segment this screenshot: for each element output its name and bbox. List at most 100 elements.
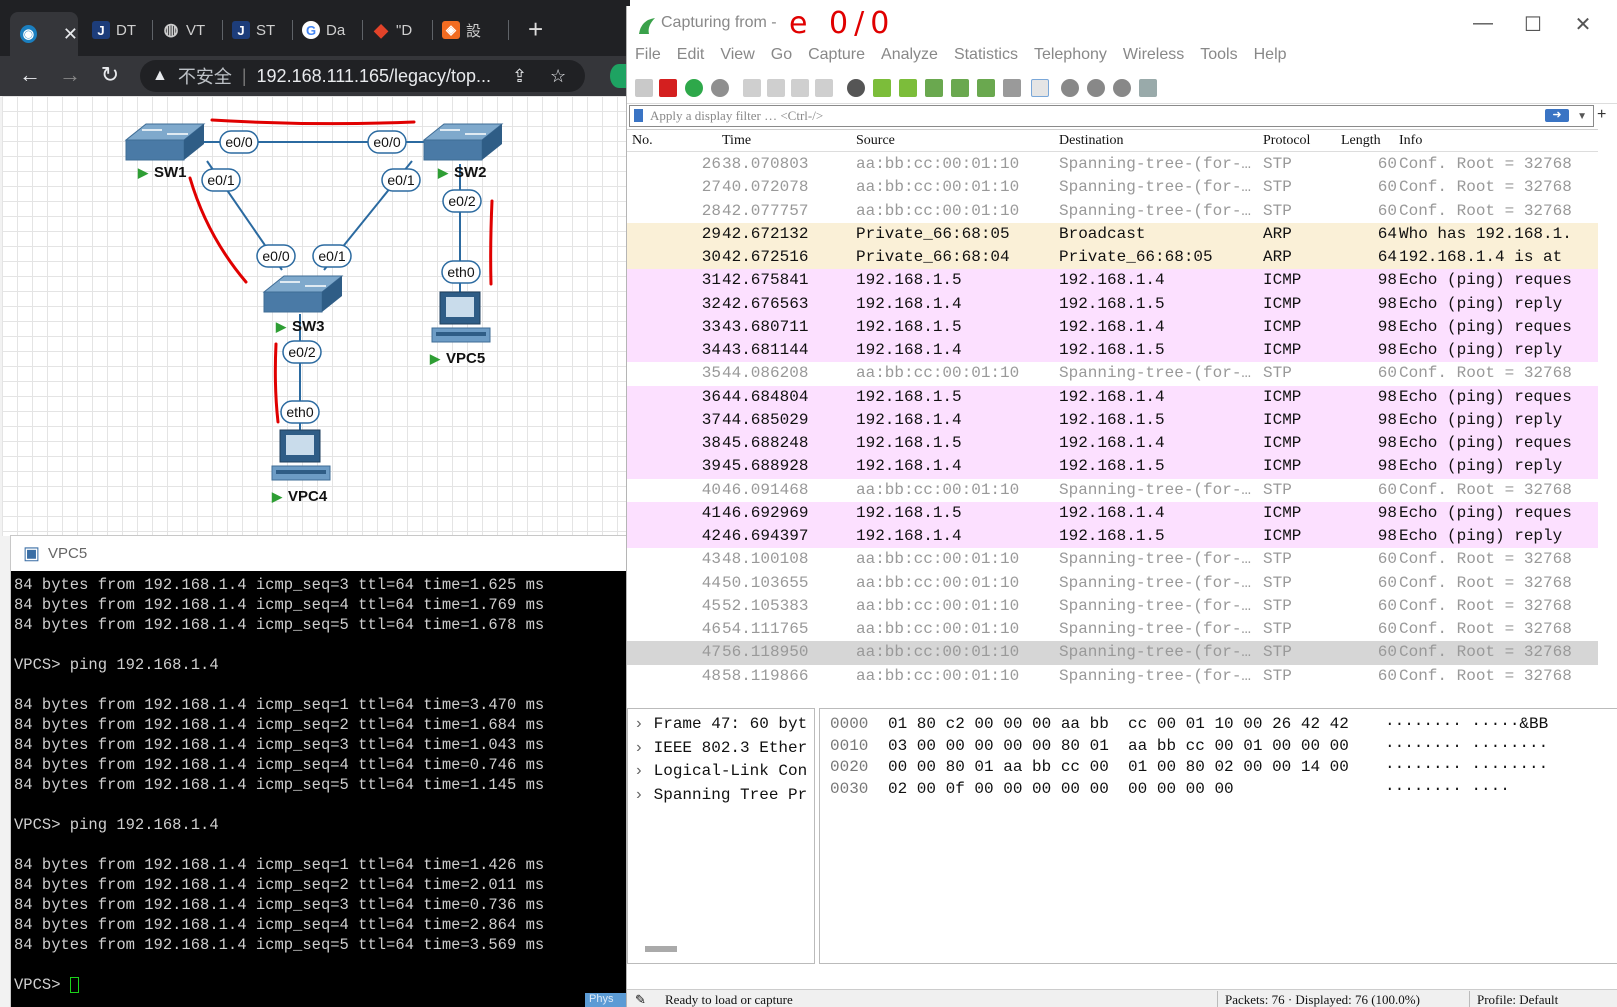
restart-capture-icon[interactable] bbox=[685, 79, 703, 97]
menu-capture[interactable]: Capture bbox=[800, 46, 873, 74]
minimize-button[interactable]: — bbox=[1463, 12, 1503, 35]
expand-chevron-icon[interactable]: › bbox=[634, 715, 644, 733]
normal-size-icon[interactable] bbox=[1113, 79, 1131, 97]
url-input[interactable]: ▲ 不安全 | 192.168.111.165/legacy/top... ⇪ … bbox=[140, 60, 585, 92]
last-packet-icon[interactable] bbox=[977, 79, 995, 97]
packet-row[interactable]: 30 42.672516 Private_66:68:04 Private_66:68… bbox=[627, 246, 1598, 270]
expand-chevron-icon[interactable]: › bbox=[634, 739, 644, 757]
menu-help[interactable]: Help bbox=[1246, 46, 1295, 74]
detail-tree-item[interactable]: › Spanning Tree Pr bbox=[634, 786, 807, 804]
go-to-packet-icon[interactable] bbox=[925, 79, 943, 97]
packet-row[interactable]: 37 44.685029 192.168.1.4 192.168.1.5 ICMP 98 E… bbox=[627, 408, 1598, 433]
col-no[interactable]: No. bbox=[632, 133, 653, 149]
menu-wireless[interactable]: Wireless bbox=[1115, 46, 1192, 74]
expand-chevron-icon[interactable]: › bbox=[634, 762, 644, 780]
menu-edit[interactable]: Edit bbox=[669, 46, 713, 74]
zoom-in-icon[interactable] bbox=[1061, 79, 1079, 97]
menu-file[interactable]: File bbox=[627, 46, 669, 74]
shark-fin-start-icon[interactable] bbox=[635, 79, 653, 97]
packet-row[interactable]: 32 42.676563 192.168.1.4 192.168.1.5 ICMP 98 E… bbox=[627, 292, 1598, 316]
packet-row[interactable]: 28 42.077757 aa:bb:cc:00:01:10 Spanning-tre… bbox=[627, 199, 1598, 223]
packet-row[interactable]: 31 42.675841 192.168.1.5 192.168.1.4 ICMP 98 E… bbox=[627, 269, 1598, 293]
details-scrollbar[interactable] bbox=[645, 946, 677, 952]
packet-row[interactable]: 34 43.681144 192.168.1.4 192.168.1.5 ICMP 98 E… bbox=[627, 339, 1598, 363]
packet-row[interactable]: 40 46.091468 aa:bb:cc:00:01:10 Spanning-tre… bbox=[627, 478, 1598, 502]
detail-tree-item[interactable]: › Frame 47: 60 byt bbox=[634, 715, 807, 733]
back-icon[interactable]: ← bbox=[16, 62, 44, 88]
reload-file-icon[interactable] bbox=[815, 79, 833, 97]
add-filter-button[interactable]: + bbox=[1597, 106, 1606, 124]
stop-capture-icon[interactable] bbox=[659, 79, 677, 97]
new-tab-button[interactable]: + bbox=[528, 14, 543, 45]
node-label-vpc5[interactable]: ▶ VPC5 bbox=[430, 350, 485, 367]
node-label-sw2[interactable]: ▶ SW2 bbox=[438, 164, 487, 181]
tab-st[interactable]: J ST bbox=[232, 12, 275, 48]
colorize-icon[interactable] bbox=[1031, 79, 1049, 97]
display-filter-input[interactable]: Apply a display filter … <Ctrl-/> ➜ ▼ bbox=[629, 105, 1594, 127]
col-time[interactable]: Time bbox=[722, 133, 751, 149]
go-back-icon[interactable] bbox=[873, 79, 891, 97]
menu-analyze[interactable]: Analyze bbox=[873, 46, 946, 74]
packet-row[interactable]: 41 46.692969 192.168.1.5 192.168.1.4 ICMP 98 E… bbox=[627, 501, 1598, 526]
apply-filter-icon[interactable]: ➜ bbox=[1545, 109, 1569, 122]
phys-tab[interactable]: Phys bbox=[585, 993, 630, 1007]
tab-da[interactable]: G Da bbox=[302, 12, 345, 48]
console-output[interactable]: 84 bytes from 192.168.1.4 icmp_seq=3 ttl… bbox=[11, 571, 629, 1007]
packet-row[interactable]: 29 42.672132 Private_66:68:05 Broadcast ARP 6… bbox=[627, 222, 1598, 247]
packet-row[interactable]: 38 45.688248 192.168.1.5 192.168.1.4 ICMP 98 E… bbox=[627, 432, 1598, 456]
tab-gitlab[interactable]: ◆ "D bbox=[372, 12, 412, 48]
packet-bytes-pane[interactable]: 0000 01 80 c2 00 00 00 aa bb cc 00 01 10 … bbox=[819, 708, 1617, 964]
status-profile[interactable]: Profile: Default bbox=[1477, 992, 1558, 1007]
open-file-icon[interactable] bbox=[743, 79, 761, 97]
zoom-out-icon[interactable] bbox=[1087, 79, 1105, 97]
node-label-sw1[interactable]: ▶ SW1 bbox=[138, 164, 187, 181]
tab-vt[interactable]: ◍ VT bbox=[162, 12, 206, 48]
packet-row[interactable]: 26 38.070803 aa:bb:cc:00:01:10 Spanning-tre… bbox=[627, 153, 1598, 177]
menu-view[interactable]: View bbox=[712, 46, 762, 74]
menu-telephony[interactable]: Telephony bbox=[1026, 46, 1115, 74]
packet-row[interactable]: 47 56.118950 aa:bb:cc:00:01:10 Spanning-tre… bbox=[627, 641, 1598, 665]
packet-row[interactable]: 27 40.072078 aa:bb:cc:00:01:10 Spanning-tre… bbox=[627, 176, 1598, 200]
detail-tree-item[interactable]: › Logical-Link Con bbox=[634, 762, 807, 780]
menu-tools[interactable]: Tools bbox=[1192, 46, 1245, 74]
tab-eve-ng[interactable]: ◉ ✕ bbox=[10, 12, 78, 56]
find-packet-icon[interactable] bbox=[847, 79, 865, 97]
menu-go[interactable]: Go bbox=[763, 46, 800, 74]
save-file-icon[interactable] bbox=[767, 79, 785, 97]
forward-icon[interactable]: → bbox=[56, 62, 84, 88]
detail-tree-item[interactable]: › IEEE 802.3 Ether bbox=[634, 739, 807, 757]
packet-row[interactable]: 48 58.119866 aa:bb:cc:00:01:10 Spanning-tre… bbox=[627, 664, 1598, 688]
node-label-sw3[interactable]: ▶ SW3 bbox=[276, 318, 325, 335]
node-label-vpc4[interactable]: ▶ VPC4 bbox=[272, 488, 327, 505]
bookmark-star-icon[interactable]: ☆ bbox=[550, 66, 566, 87]
close-tab-icon[interactable]: ✕ bbox=[63, 24, 78, 45]
col-protocol[interactable]: Protocol bbox=[1263, 133, 1310, 149]
menu-statistics[interactable]: Statistics bbox=[946, 46, 1026, 74]
tab-dt[interactable]: J DT bbox=[92, 12, 136, 48]
share-icon[interactable]: ⇪ bbox=[512, 66, 527, 87]
packet-list[interactable]: No. Time Source Destination Protocol Len… bbox=[627, 129, 1598, 704]
autoscroll-icon[interactable] bbox=[1003, 79, 1021, 97]
close-file-icon[interactable] bbox=[791, 79, 809, 97]
packet-row[interactable]: 45 52.105383 aa:bb:cc:00:01:10 Spanning-tre… bbox=[627, 594, 1598, 619]
close-button[interactable]: ✕ bbox=[1563, 12, 1603, 37]
packet-row[interactable]: 46 54.111765 aa:bb:cc:00:01:10 Spanning-tre… bbox=[627, 618, 1598, 642]
packet-row[interactable]: 35 44.086208 aa:bb:cc:00:01:10 Spanning-tre… bbox=[627, 362, 1598, 386]
packet-row[interactable]: 36 44.684804 192.168.1.5 192.168.1.4 ICMP 98 E… bbox=[627, 385, 1598, 409]
capture-options-icon[interactable] bbox=[711, 79, 729, 97]
col-destination[interactable]: Destination bbox=[1059, 133, 1124, 149]
filter-dropdown-icon[interactable]: ▼ bbox=[1577, 107, 1587, 127]
packet-details-pane[interactable]: › Frame 47: 60 byt › IEEE 802.3 Ether › Logic… bbox=[627, 708, 815, 964]
packet-row[interactable]: 44 50.103655 aa:bb:cc:00:01:10 Spanning-tre… bbox=[627, 571, 1598, 595]
col-length[interactable]: Length bbox=[1341, 133, 1381, 149]
expert-info-icon[interactable]: ✎ bbox=[635, 992, 646, 1007]
packet-row[interactable]: 42 46.694397 192.168.1.4 192.168.1.5 ICMP 98 E… bbox=[627, 525, 1598, 549]
expand-chevron-icon[interactable]: › bbox=[634, 786, 644, 804]
col-info[interactable]: Info bbox=[1399, 133, 1422, 149]
packet-row[interactable]: 33 43.680711 192.168.1.5 192.168.1.4 ICMP 98 E… bbox=[627, 315, 1598, 340]
reload-icon[interactable]: ↻ bbox=[96, 62, 124, 88]
packet-row[interactable]: 39 45.688928 192.168.1.4 192.168.1.5 ICMP 98 E… bbox=[627, 455, 1598, 479]
filter-bookmark-icon[interactable] bbox=[634, 109, 643, 122]
maximize-button[interactable]: ☐ bbox=[1513, 12, 1553, 37]
go-forward-icon[interactable] bbox=[899, 79, 917, 97]
